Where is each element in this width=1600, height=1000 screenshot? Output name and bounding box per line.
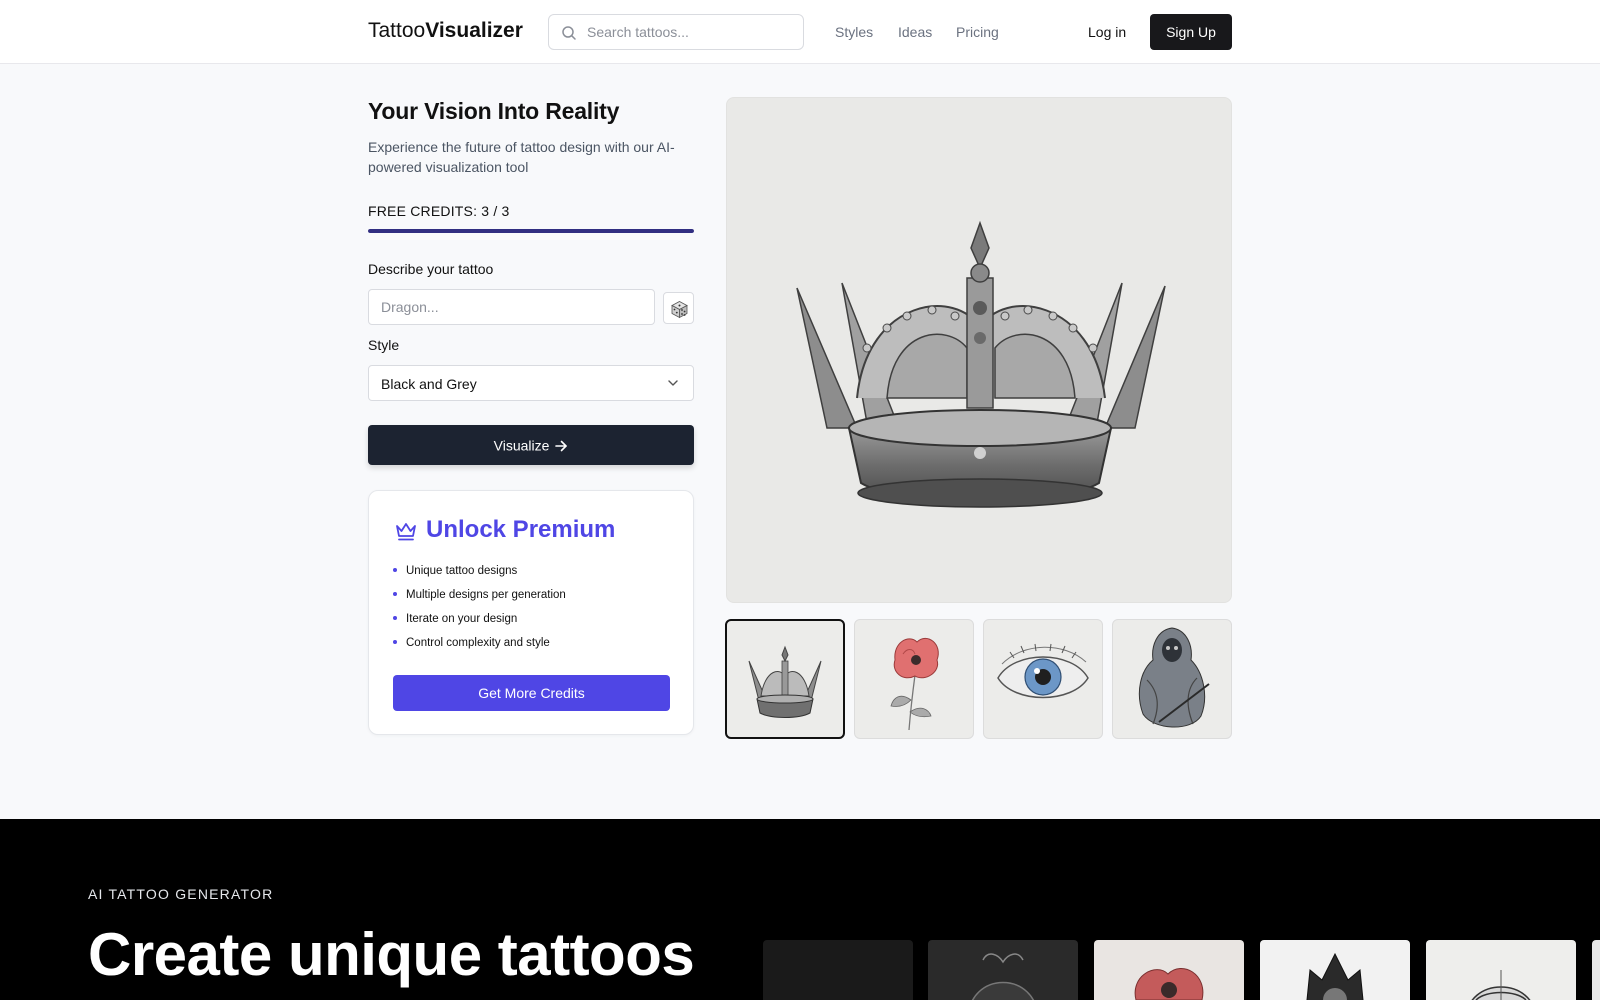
crown-thumbnail[interactable] (725, 619, 845, 739)
random-idea-button[interactable] (663, 292, 694, 324)
describe-input[interactable] (368, 289, 655, 325)
premium-feature: Multiple designs per generation (393, 587, 566, 611)
premium-card: Unlock Premium Unique tattoo designs Mul… (368, 490, 694, 735)
style-label: Style (368, 337, 400, 353)
page-title: Your Vision Into Reality (368, 98, 620, 124)
gallery-image[interactable] (928, 940, 1078, 1000)
poppy-thumbnail[interactable] (854, 619, 974, 739)
logo[interactable]: TattooVisualizer (368, 19, 523, 43)
crown-thumbnail-art (748, 645, 822, 718)
page-subtitle: Experience the future of tattoo design w… (368, 139, 675, 175)
premium-feature: Control complexity and style (393, 635, 566, 659)
nav-ideas[interactable]: Ideas (898, 24, 932, 40)
crown-icon (396, 523, 416, 541)
gallery-image[interactable] (1094, 940, 1244, 1000)
reaper-thumbnail[interactable] (1112, 619, 1232, 739)
chevron-down-icon (668, 380, 678, 386)
arrow-right-icon (555, 440, 568, 451)
eye-thumbnail-art (997, 643, 1089, 699)
nav-styles[interactable]: Styles (835, 24, 873, 40)
signup-button[interactable]: Sign Up (1150, 14, 1232, 50)
gallery-image[interactable] (1426, 940, 1576, 1000)
poppy-thumbnail-art (890, 637, 939, 731)
premium-feature-list: Unique tattoo designs Multiple designs p… (393, 563, 566, 659)
tattoo-preview-image (726, 97, 1232, 603)
credits-progress-fill (368, 229, 694, 233)
visualize-button[interactable]: Visualize (368, 425, 694, 465)
gallery-image[interactable] (763, 940, 913, 1000)
nav-pricing[interactable]: Pricing (956, 24, 999, 40)
login-link[interactable]: Log in (1088, 24, 1126, 40)
search-icon (562, 26, 576, 40)
credits-progress-bar (368, 229, 694, 233)
premium-title: Unlock Premium (426, 516, 616, 543)
gallery-image[interactable] (1260, 940, 1410, 1000)
eye-thumbnail[interactable] (983, 619, 1103, 739)
search-input[interactable] (587, 15, 799, 49)
premium-feature: Unique tattoo designs (393, 563, 566, 587)
dice-icon (671, 301, 688, 319)
section-headline: Create unique tattoos (88, 921, 695, 988)
get-more-credits-button[interactable]: Get More Credits (393, 675, 670, 711)
style-select-value: Black and Grey (381, 376, 477, 392)
top-nav: TattooVisualizer Styles Ideas Pricing Lo… (0, 0, 1600, 64)
section-eyebrow: AI TATTOO GENERATOR (88, 886, 274, 902)
credits-counter: FREE CREDITS: 3 / 3 (368, 203, 510, 219)
crown-tattoo-artwork (796, 220, 1166, 508)
gallery-image[interactable] (1592, 940, 1600, 1000)
style-select[interactable]: Black and Grey (368, 365, 694, 401)
premium-feature: Iterate on your design (393, 611, 566, 635)
generator-hero-section: AI TATTOO GENERATOR Create unique tattoo… (0, 819, 1600, 1000)
search-box[interactable] (548, 14, 804, 50)
reaper-thumbnail-art (1138, 627, 1210, 728)
visualize-label: Visualize (493, 437, 550, 454)
describe-label: Describe your tattoo (368, 261, 494, 277)
